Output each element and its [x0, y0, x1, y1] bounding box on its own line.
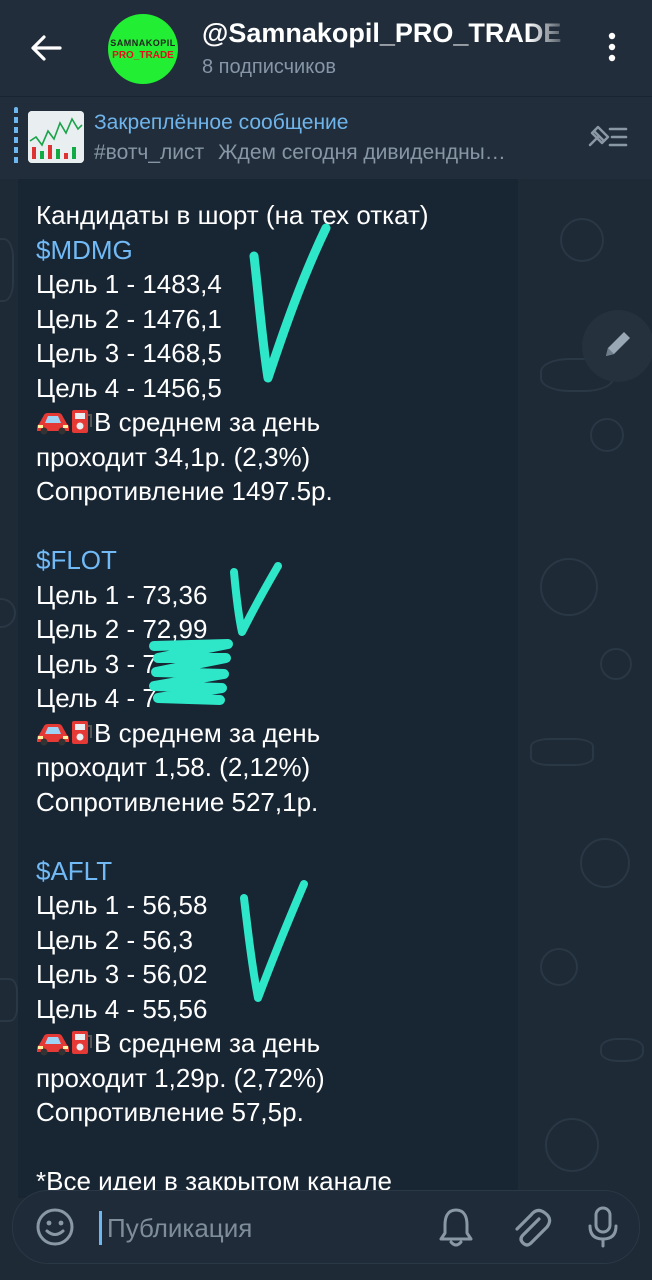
pinned-preview: #вотч_лист Ждем сегодня дивидендны…: [94, 141, 574, 165]
fuel-pump-emoji-icon: [70, 1028, 94, 1065]
menu-button[interactable]: [596, 26, 628, 72]
target-line: Цель 4 - 7: [36, 683, 157, 713]
target-line: Цель 3 - 7: [36, 648, 157, 679]
emoji-button[interactable]: [35, 1207, 75, 1247]
app-header: SAMNAKOPIL PRO_TRADE @Samnakopil_PRO_TRA…: [0, 0, 652, 96]
average-line: В среднем за день: [36, 1026, 506, 1061]
checkmark-icon: [230, 562, 282, 636]
pinned-text: Ждем сегодня дивидендны…: [218, 141, 506, 164]
avatar-logo-text-top: SAMNAKOPIL: [110, 37, 176, 48]
car-emoji-icon: [36, 1030, 70, 1065]
smile-icon: [35, 1208, 75, 1251]
checkmark-icon: [240, 880, 308, 1002]
avatar-logo-text-bottom: PRO_TRADE: [112, 49, 174, 61]
publish-input[interactable]: [105, 1207, 409, 1249]
message-composer: [12, 1190, 640, 1264]
checkmark-icon: [249, 223, 331, 383]
pinned-indicator: [14, 107, 18, 165]
car-emoji-icon: [36, 720, 70, 755]
average-label: В среднем за день: [94, 407, 321, 437]
fuel-pump-emoji-icon: [70, 718, 94, 755]
unpin-button[interactable]: [584, 118, 632, 158]
fuel-pump-emoji-icon: [70, 407, 94, 444]
resistance-line: Сопротивление 57,5р.: [36, 1097, 304, 1127]
arrow-left-icon: [30, 34, 62, 67]
pencil-icon: [600, 326, 636, 367]
edit-button[interactable]: [582, 310, 652, 382]
resistance-line: Сопротивление 527,1р.: [36, 786, 319, 817]
voice-button[interactable]: [583, 1205, 623, 1249]
redaction-scribble: [149, 639, 233, 705]
pinned-message-bar[interactable]: Закреплённое сообщение #вотч_лист Ждем се…: [0, 96, 652, 179]
channel-title[interactable]: @Samnakopil_PRO_TRADE: [202, 18, 572, 54]
back-button[interactable]: [22, 26, 70, 74]
pinned-title: Закреплённое сообщение: [94, 111, 349, 134]
average-label: В среднем за день: [94, 717, 321, 748]
average-line: В среднем за день: [36, 405, 506, 440]
subscriber-count: 8 подписчиков: [202, 56, 336, 78]
average-value: проходит 1,29р. (2,72%): [36, 1062, 325, 1093]
bell-icon: [435, 1208, 477, 1253]
pinned-tag: #вотч_лист: [94, 141, 205, 164]
attach-button[interactable]: [509, 1205, 553, 1249]
average-value: проходит 1,58. (2,12%): [36, 752, 311, 782]
channel-avatar[interactable]: SAMNAKOPIL PRO_TRADE: [108, 14, 178, 84]
resistance-line: Сопротивление 1497.5р.: [36, 476, 333, 506]
paperclip-icon: [509, 1208, 553, 1253]
unpin-list-icon: [586, 121, 630, 156]
car-emoji-icon: [36, 409, 70, 444]
average-line: В среднем за день: [36, 716, 506, 751]
text-cursor: [99, 1211, 102, 1245]
average-label: В среднем за день: [94, 1028, 321, 1058]
pinned-thumbnail: [28, 111, 84, 163]
microphone-icon: [583, 1206, 623, 1253]
average-value: проходит 34,1р. (2,3%): [36, 441, 311, 472]
more-vertical-icon: [608, 32, 616, 67]
notifications-button[interactable]: [435, 1205, 477, 1249]
